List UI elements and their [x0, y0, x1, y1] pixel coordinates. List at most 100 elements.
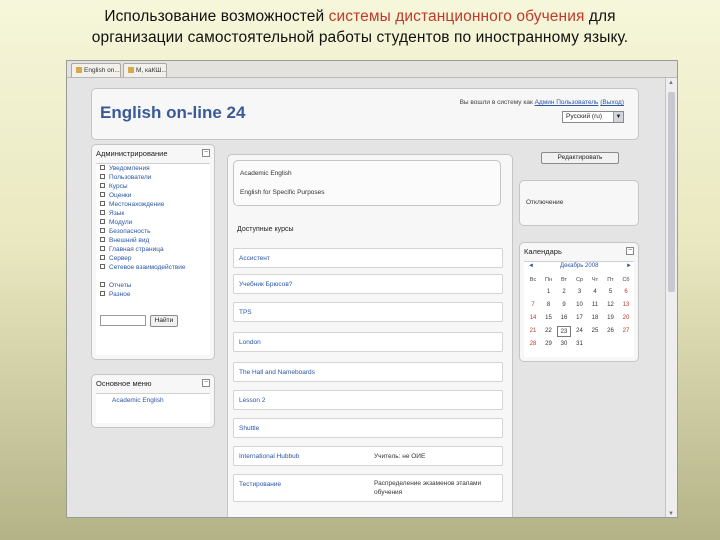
admin-item-grades[interactable]: Оценки	[100, 192, 131, 199]
course-row[interactable]: Shuttle	[233, 418, 503, 438]
calendar-day[interactable]: 19	[604, 313, 618, 324]
course-name[interactable]: Тестирование	[239, 481, 281, 488]
calendar-next-icon[interactable]: ►	[626, 263, 632, 269]
site-name[interactable]: English on-line 24	[100, 103, 245, 123]
calendar-day[interactable]: 17	[573, 313, 587, 324]
folder-icon	[100, 264, 105, 269]
admin-item-appearance[interactable]: Внешний вид	[100, 237, 149, 244]
calendar-day[interactable]: 5	[604, 287, 618, 298]
admin-item-networking[interactable]: Сетевое взаимодействие	[100, 264, 186, 271]
calendar-day[interactable]: 21	[526, 326, 540, 337]
calendar-day[interactable]: 15	[542, 313, 556, 324]
calendar-day[interactable]: 11	[588, 300, 602, 311]
course-name[interactable]: International Hubbub	[239, 453, 299, 460]
scrollbar-thumb[interactable]	[668, 92, 675, 292]
calendar-prev-icon[interactable]: ◄	[528, 263, 534, 269]
calendar-month[interactable]: Декабрь 2008	[560, 263, 598, 269]
admin-item-notifications[interactable]: Уведомления	[100, 165, 150, 172]
admin-item-modules[interactable]: Модули	[100, 219, 132, 226]
calendar-day[interactable]: 6	[619, 287, 633, 298]
admin-item-frontpage[interactable]: Главная страница	[100, 246, 164, 253]
course-row[interactable]: TPS	[233, 302, 503, 322]
login-prefix: Вы вошли в систему как	[459, 99, 535, 106]
calendar-day[interactable]: 1	[542, 287, 556, 298]
browser-screenshot: English on... М, каКШ... English on-line…	[66, 60, 678, 518]
edit-button[interactable]: Редактировать	[541, 152, 619, 164]
course-name[interactable]: Lesson 2	[239, 397, 265, 404]
main-menu-item[interactable]: Academic English	[112, 397, 164, 404]
calendar-day[interactable]: 27	[619, 326, 633, 337]
admin-item-location[interactable]: Местонахождение	[100, 201, 164, 208]
folder-icon	[100, 192, 105, 197]
calendar-day[interactable]: 3	[573, 287, 587, 298]
calendar-day[interactable]: 4	[588, 287, 602, 298]
vertical-scrollbar[interactable]: ▲ ▼	[665, 78, 677, 517]
course-name[interactable]: The Hall and Nameboards	[239, 369, 315, 376]
scroll-down-icon[interactable]: ▼	[668, 511, 674, 517]
course-name[interactable]: Shuttle	[239, 425, 259, 432]
language-select[interactable]: Русский (ru) ▼	[562, 111, 624, 123]
calendar-day[interactable]: 7	[526, 300, 540, 311]
calendar-day[interactable]: 28	[526, 339, 540, 350]
course-name[interactable]: Ассистент	[239, 255, 270, 262]
folder-icon	[100, 201, 105, 206]
calendar-day[interactable]: 25	[588, 326, 602, 337]
course-row[interactable]: Тестирование Распределение экзаменов этап…	[233, 474, 503, 502]
course-name[interactable]: London	[239, 339, 261, 346]
collapse-icon[interactable]: −	[626, 247, 634, 255]
course-row[interactable]: Ассистент	[233, 248, 503, 268]
calendar-day[interactable]: 26	[604, 326, 618, 337]
admin-item-security[interactable]: Безопасность	[100, 228, 150, 235]
calendar-day[interactable]: 2	[557, 287, 571, 298]
chevron-down-icon: ▼	[613, 112, 623, 122]
admin-item-server[interactable]: Сервер	[100, 255, 132, 262]
courses-title: Доступные курсы	[237, 226, 294, 233]
admin-item-misc[interactable]: Разное	[100, 291, 130, 298]
logout-link[interactable]: (Выход)	[600, 99, 624, 106]
course-row[interactable]: International Hubbub Учитель: не ОИЕ	[233, 446, 503, 466]
calendar-weekday: Сб	[622, 277, 630, 283]
page-icon	[76, 67, 82, 73]
browser-tab-2[interactable]: М, каКШ...	[123, 63, 167, 77]
calendar-day[interactable]: 31	[573, 339, 587, 350]
calendar-day[interactable]: 8	[542, 300, 556, 311]
admin-item-users[interactable]: Пользователи	[100, 174, 151, 181]
calendar-day[interactable]: 30	[557, 339, 571, 350]
admin-item-language[interactable]: Язык	[100, 210, 124, 217]
scroll-up-icon[interactable]: ▲	[668, 80, 674, 86]
admin-item-reports[interactable]: Отчеты	[100, 282, 131, 289]
admin-search-input[interactable]	[100, 315, 146, 326]
top-box-item[interactable]: Academic English	[240, 170, 292, 177]
login-user-link[interactable]: Админ Пользователь	[535, 99, 599, 106]
right-box-text[interactable]: Отключение	[526, 199, 563, 206]
calendar-day[interactable]: 23	[557, 326, 571, 337]
top-box-item[interactable]: English for Specific Purposes	[240, 189, 325, 196]
calendar-day[interactable]: 18	[588, 313, 602, 324]
course-name[interactable]: TPS	[239, 309, 252, 316]
calendar-day[interactable]: 10	[573, 300, 587, 311]
admin-item-courses[interactable]: Курсы	[100, 183, 128, 190]
calendar-day[interactable]: 14	[526, 313, 540, 324]
course-row[interactable]: The Hall and Nameboards	[233, 362, 503, 382]
calendar-day[interactable]: 9	[557, 300, 571, 311]
calendar-day[interactable]: 20	[619, 313, 633, 324]
browser-tab-1[interactable]: English on...	[71, 63, 121, 77]
browser-tab-label: English on...	[84, 67, 120, 74]
collapse-icon[interactable]: −	[202, 149, 210, 157]
calendar-day[interactable]: 16	[557, 313, 571, 324]
calendar-day[interactable]: 13	[619, 300, 633, 311]
course-row[interactable]: London	[233, 332, 503, 352]
collapse-icon[interactable]: −	[202, 379, 210, 387]
slide-title: Использование возможностей системы диста…	[0, 6, 720, 48]
course-row[interactable]: Lesson 2	[233, 390, 503, 410]
course-name[interactable]: Учебник Брюсов?	[239, 281, 292, 288]
course-row[interactable]: Учебник Брюсов?	[233, 274, 503, 294]
calendar-day[interactable]: 22	[542, 326, 556, 337]
admin-block-title: Администрирование	[96, 149, 168, 158]
calendar-day[interactable]: 29	[542, 339, 556, 350]
calendar-day[interactable]: 12	[604, 300, 618, 311]
calendar-block: Календарь − ◄ Декабрь 2008 ► Вс Пн Вт Ср Чт П…	[519, 242, 639, 362]
admin-search-button[interactable]: Найти	[150, 315, 178, 327]
folder-icon	[100, 228, 105, 233]
calendar-day[interactable]: 24	[573, 326, 587, 337]
